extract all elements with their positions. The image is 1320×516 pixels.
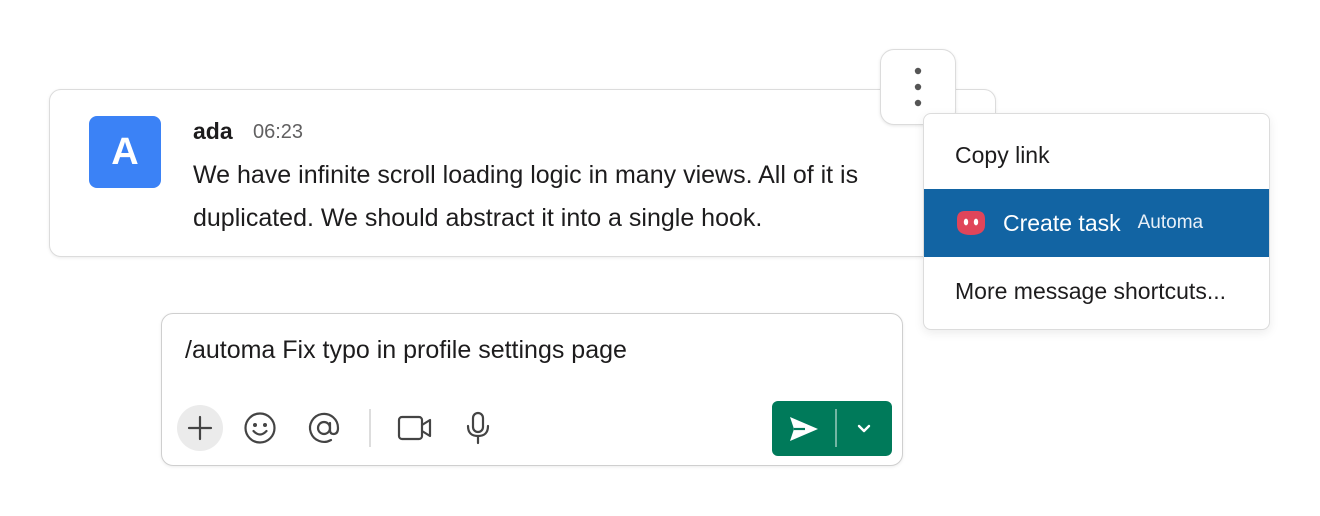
toolbar-divider (369, 409, 371, 447)
send-button-group (772, 401, 892, 456)
mention-icon (308, 412, 340, 443)
emoji-icon (244, 412, 276, 444)
message-timestamp[interactable]: 06:23 (253, 121, 303, 144)
message-actions-menu: Copy link Create task Automa More messag… (923, 113, 1270, 330)
add-button[interactable] (177, 405, 223, 451)
menu-item-more-shortcuts[interactable]: More message shortcuts... (924, 257, 1269, 325)
emoji-button[interactable] (237, 405, 283, 451)
menu-item-label: Create task (1003, 209, 1121, 236)
message-author[interactable]: ada (193, 118, 233, 145)
plus-icon (187, 415, 213, 441)
menu-item-create-task[interactable]: Create task Automa (924, 189, 1269, 257)
send-options-button[interactable] (837, 401, 893, 456)
message-text: We have infinite scroll loading logic in… (193, 161, 859, 232)
composer-input[interactable]: /automa Fix typo in profile settings pag… (185, 336, 627, 365)
chevron-down-icon (858, 424, 871, 432)
mention-button[interactable] (301, 405, 347, 451)
message-card[interactable]: A ada 06:23 We have infinite scroll load… (49, 89, 996, 257)
microphone-button[interactable] (455, 405, 501, 451)
video-button[interactable] (392, 405, 438, 451)
menu-item-app-name: Automa (1137, 212, 1204, 233)
send-icon (789, 416, 818, 441)
more-vertical-icon (914, 67, 922, 107)
send-button[interactable] (772, 401, 835, 456)
avatar[interactable]: A (89, 116, 161, 188)
menu-item-label: Copy link (955, 141, 1050, 168)
automa-app-icon (957, 211, 985, 235)
menu-item-copy-link[interactable]: Copy link (924, 121, 1269, 189)
microphone-icon (466, 411, 490, 445)
video-icon (397, 415, 432, 441)
menu-item-label: More message shortcuts... (955, 277, 1226, 304)
message-composer[interactable]: /automa Fix typo in profile settings pag… (161, 313, 903, 466)
